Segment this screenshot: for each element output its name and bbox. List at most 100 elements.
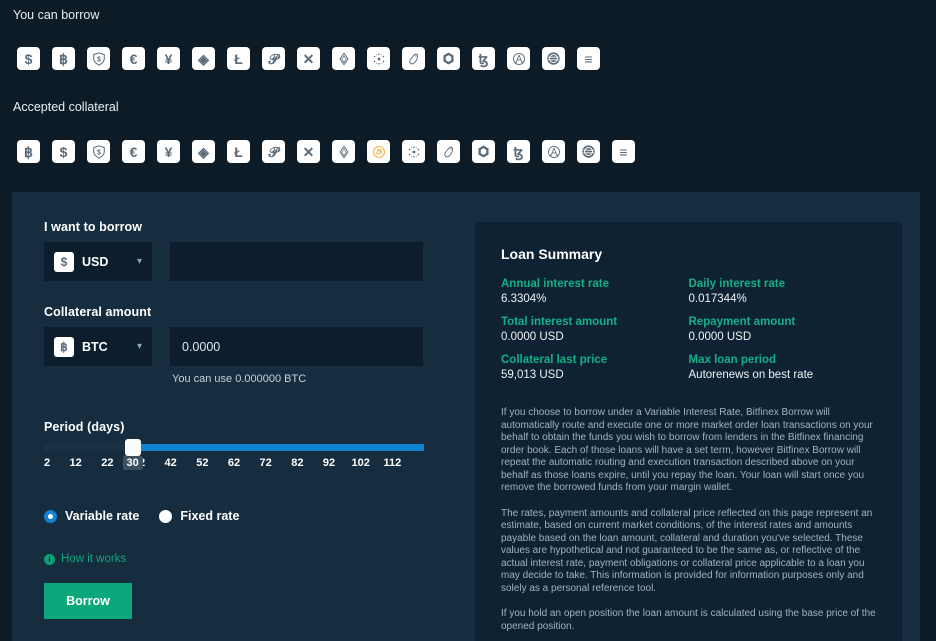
usd-coin[interactable]: $	[46, 139, 81, 164]
period-label: Period (days)	[44, 420, 125, 434]
btc-coin[interactable]: ฿	[11, 139, 46, 164]
how-it-works-label: How it works	[61, 553, 127, 565]
collateral-amount-label: Collateral amount	[44, 305, 152, 319]
radio-variable-rate[interactable]: Variable rate	[44, 509, 139, 523]
summary-item-value: 59,013 USD	[501, 369, 564, 381]
summary-item-value: 0.017344%	[688, 293, 747, 305]
eth-coin[interactable]: ◈	[186, 46, 221, 71]
period-tick-62: 62	[227, 457, 241, 469]
aave-coin[interactable]	[501, 46, 536, 71]
summary-item: Max loan period Autorenews on best rate	[689, 354, 877, 381]
uni-coin[interactable]	[396, 46, 431, 71]
borrow-currency-value: USD	[82, 254, 109, 269]
eur-icon: €	[122, 140, 145, 163]
eos-coin[interactable]	[326, 139, 361, 164]
xtz-icon: ꜩ	[472, 47, 495, 70]
summary-item-key: Total interest amount	[501, 316, 618, 328]
xtz-icon: ꜩ	[507, 140, 530, 163]
dot-icon: 𝒫	[262, 47, 285, 70]
borrow-currency-select[interactable]: $ USD ▾	[44, 242, 152, 281]
chevron-down-icon: ▾	[136, 255, 142, 267]
xtz-coin[interactable]: ꜩ	[466, 46, 501, 71]
period-tick-22: 22	[101, 457, 114, 469]
accepted-collateral-label: Accepted collateral	[13, 100, 119, 114]
summary-item-value: 6.3304%	[501, 293, 547, 305]
uni-icon	[437, 140, 460, 163]
usd-icon: $	[52, 140, 75, 163]
link-coin[interactable]	[431, 46, 466, 71]
usdt-coin[interactable]: $	[81, 139, 116, 164]
radio-dot-icon	[159, 509, 173, 523]
you-can-borrow-label: You can borrow	[13, 8, 100, 22]
period-tick-12: 12	[69, 457, 82, 469]
eos-coin[interactable]	[326, 46, 361, 71]
ltc-coin[interactable]: Ł	[221, 46, 256, 71]
borrow-amount-input[interactable]	[170, 242, 423, 281]
link-coin[interactable]	[466, 139, 501, 164]
period-value-badge: 30	[122, 456, 143, 470]
eur-coin[interactable]: €	[116, 46, 151, 71]
radio-dot-icon	[44, 509, 57, 523]
summary-item: Annual interest rate 6.3304%	[501, 278, 689, 305]
period-tick-112: 112	[383, 457, 402, 469]
collateral-amount-row: ฿ BTC ▾ You can use 0.000000 BTC	[44, 327, 456, 385]
radio-fixed-rate[interactable]: Fixed rate	[159, 509, 239, 523]
jpy-icon: ¥	[157, 47, 180, 70]
xtz-coin[interactable]: ꜩ	[501, 139, 536, 164]
dai-coin[interactable]	[536, 46, 571, 71]
period-slider[interactable]	[44, 439, 424, 456]
ada-coin[interactable]	[361, 46, 396, 71]
collateral-amount-input[interactable]	[170, 327, 423, 366]
dai-icon	[577, 140, 600, 163]
loan-summary-grid: Annual interest rate 6.3304% Daily interes…	[501, 278, 876, 381]
collateral-currency-select[interactable]: ฿ BTC ▾	[44, 327, 152, 366]
collateral-currency-row: ฿ $ $ € ¥ ◈ Ł 𝒫 ✕ ꜩ ≡	[11, 139, 641, 164]
ltc-coin[interactable]: Ł	[221, 139, 256, 164]
eth-icon: ◈	[192, 140, 215, 163]
usdt-icon: $	[87, 47, 110, 70]
borrow-button[interactable]: Borrow	[44, 583, 132, 619]
jpy-coin[interactable]: ¥	[151, 46, 186, 71]
btc-coin[interactable]: ฿	[46, 46, 81, 71]
radio-label: Fixed rate	[180, 509, 240, 523]
slider-track-inactive	[44, 444, 133, 451]
borrow-amount-label: I want to borrow	[44, 220, 143, 234]
how-it-works-link[interactable]: i How it works	[44, 553, 126, 565]
summary-item: Repayment amount 0.0000 USD	[689, 316, 877, 343]
loan-summary-title: Loan Summary	[501, 246, 603, 262]
period-tick-52: 52	[196, 457, 209, 469]
eur-coin[interactable]: €	[116, 139, 151, 164]
disclaimer-paragraph: If you hold an open position the loan am…	[501, 608, 876, 632]
btc-icon: ฿	[54, 336, 74, 357]
ada-coin[interactable]	[396, 139, 431, 164]
usd-icon: $	[54, 251, 74, 272]
dot-coin[interactable]: 𝒫	[256, 139, 291, 164]
aave-coin[interactable]	[536, 139, 571, 164]
aave-icon	[542, 140, 565, 163]
borrow-form: I want to borrow $ USD ▾ Collateral amou…	[44, 220, 456, 619]
more-icon: ≡	[577, 47, 600, 70]
xrp-coin[interactable]: ✕	[291, 139, 326, 164]
borrowable-currency-row: $ ฿ $ € ¥ ◈ Ł 𝒫 ✕ ꜩ ≡	[11, 46, 606, 71]
usdt-coin[interactable]: $	[81, 46, 116, 71]
eth-coin[interactable]: ◈	[186, 139, 221, 164]
summary-item-key: Daily interest rate	[688, 278, 786, 290]
dot-coin[interactable]: 𝒫	[256, 46, 291, 71]
comp-coin[interactable]	[361, 139, 396, 164]
period-slider-thumb[interactable]	[124, 439, 141, 456]
xrp-icon: ✕	[297, 47, 320, 70]
period-tick-102: 102	[351, 457, 370, 469]
borrow-amount-row: $ USD ▾	[44, 242, 456, 281]
more-coin[interactable]: ≡	[606, 139, 641, 164]
jpy-coin[interactable]: ¥	[151, 139, 186, 164]
comp-icon	[367, 140, 390, 163]
link-icon	[472, 140, 495, 163]
xrp-coin[interactable]: ✕	[291, 46, 326, 71]
uni-icon	[402, 47, 425, 70]
usd-coin[interactable]: $	[11, 46, 46, 71]
uni-coin[interactable]	[431, 139, 466, 164]
collateral-currency-value: BTC	[82, 339, 108, 354]
dai-coin[interactable]	[571, 139, 606, 164]
period-tick-92: 92	[322, 457, 336, 469]
more-coin[interactable]: ≡	[571, 46, 606, 71]
